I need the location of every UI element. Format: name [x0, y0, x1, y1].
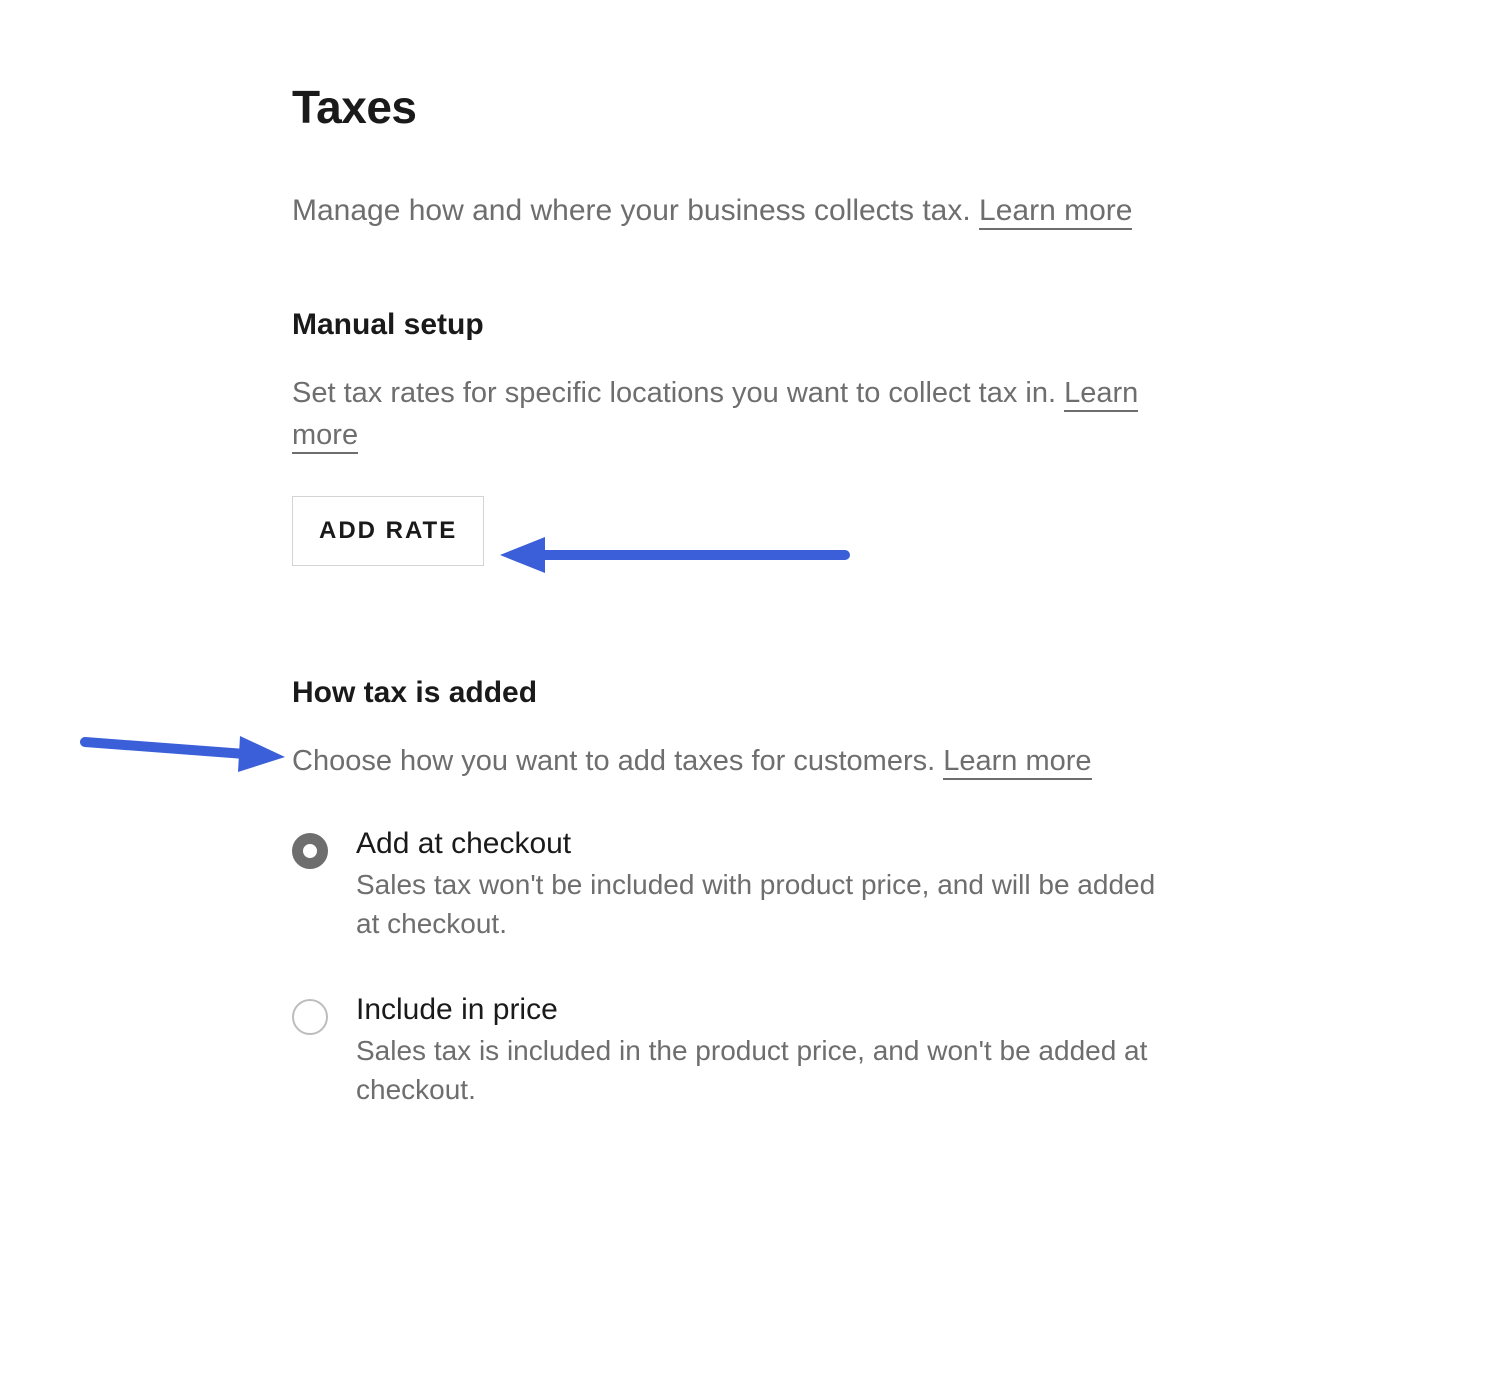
tax-method-radio-group: Add at checkout Sales tax won't be inclu…: [292, 827, 1172, 1110]
manual-setup-description: Set tax rates for specific locations you…: [292, 372, 1172, 456]
page-title: Taxes: [292, 80, 1172, 134]
radio-option-include-in-price[interactable]: Include in price Sales tax is included i…: [292, 993, 1172, 1109]
radio-text-block: Add at checkout Sales tax won't be inclu…: [356, 827, 1172, 943]
radio-label-add-at-checkout: Add at checkout: [356, 827, 1172, 861]
manual-setup-description-text: Set tax rates for specific locations you…: [292, 377, 1064, 409]
radio-indicator-unselected: [292, 999, 328, 1035]
how-tax-description: Choose how you want to add taxes for cus…: [292, 740, 1172, 782]
radio-text-block: Include in price Sales tax is included i…: [356, 993, 1172, 1109]
radio-desc-add-at-checkout: Sales tax won't be included with product…: [356, 865, 1172, 943]
how-tax-heading: How tax is added: [292, 676, 1172, 710]
annotation-arrow-right-icon: [80, 720, 290, 780]
how-tax-description-text: Choose how you want to add taxes for cus…: [292, 745, 943, 777]
radio-desc-include-in-price: Sales tax is included in the product pri…: [356, 1031, 1172, 1109]
add-rate-button[interactable]: ADD RATE: [292, 496, 484, 566]
learn-more-link-main[interactable]: Learn more: [979, 194, 1132, 230]
manual-setup-section: Manual setup Set tax rates for specific …: [292, 308, 1172, 566]
page-description-text: Manage how and where your business colle…: [292, 194, 979, 227]
how-tax-section: How tax is added Choose how you want to …: [292, 676, 1172, 1110]
radio-option-add-at-checkout[interactable]: Add at checkout Sales tax won't be inclu…: [292, 827, 1172, 943]
learn-more-link-howtax[interactable]: Learn more: [943, 745, 1091, 780]
radio-indicator-selected: [292, 833, 328, 869]
manual-setup-heading: Manual setup: [292, 308, 1172, 342]
page-description: Manage how and where your business colle…: [292, 189, 1172, 233]
radio-label-include-in-price: Include in price: [356, 993, 1172, 1027]
